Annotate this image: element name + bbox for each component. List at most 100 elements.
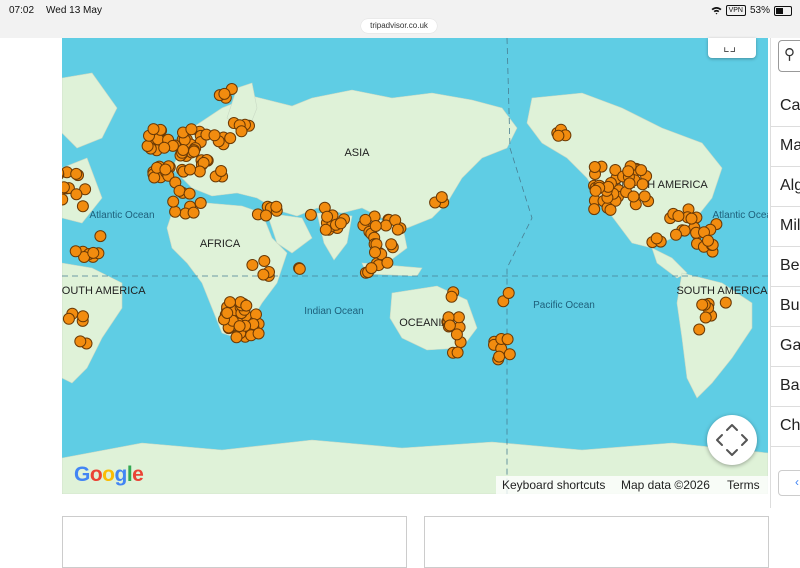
location-marker[interactable] <box>685 212 698 225</box>
location-marker[interactable] <box>502 287 515 299</box>
location-marker[interactable] <box>230 331 243 344</box>
location-marker[interactable] <box>177 144 190 156</box>
location-marker[interactable] <box>158 141 171 154</box>
location-marker[interactable] <box>270 200 283 213</box>
location-marker[interactable] <box>445 290 458 303</box>
pan-control[interactable] <box>707 415 757 465</box>
location-marker[interactable] <box>70 188 83 201</box>
list-item[interactable]: Bur <box>771 286 800 327</box>
location-marker[interactable] <box>141 140 154 152</box>
location-marker[interactable] <box>321 210 334 223</box>
location-marker[interactable] <box>636 178 649 191</box>
location-marker[interactable] <box>224 296 236 309</box>
list-item[interactable]: Mil <box>771 206 800 247</box>
location-marker[interactable] <box>452 311 465 324</box>
location-marker[interactable] <box>699 311 712 324</box>
location-marker[interactable] <box>147 123 160 136</box>
location-marker[interactable] <box>187 206 200 219</box>
location-marker[interactable] <box>365 262 378 275</box>
location-marker[interactable] <box>702 234 714 247</box>
location-marker[interactable] <box>193 165 206 178</box>
location-marker[interactable] <box>169 205 182 218</box>
location-marker[interactable] <box>696 298 709 311</box>
fullscreen-button[interactable]: ⌞⌟ <box>708 38 756 58</box>
list-item[interactable]: Ch <box>771 406 800 447</box>
location-marker[interactable] <box>188 145 200 158</box>
location-marker[interactable] <box>493 350 506 363</box>
url-bar[interactable]: tripadvisor.co.uk <box>361 19 437 33</box>
location-marker[interactable] <box>319 223 332 236</box>
location-marker[interactable] <box>258 255 271 267</box>
location-marker[interactable] <box>501 333 514 346</box>
location-marker[interactable] <box>670 228 682 241</box>
location-marker[interactable] <box>194 197 207 209</box>
location-marker[interactable] <box>218 87 231 100</box>
location-marker[interactable] <box>435 191 448 204</box>
location-marker[interactable] <box>183 187 196 200</box>
location-marker[interactable] <box>391 223 404 236</box>
location-marker[interactable] <box>167 195 180 208</box>
location-marker[interactable] <box>451 346 464 359</box>
location-marker[interactable] <box>62 181 70 194</box>
location-marker[interactable] <box>184 163 196 176</box>
location-marker[interactable] <box>588 203 601 216</box>
location-marker[interactable] <box>589 184 602 197</box>
location-marker[interactable] <box>70 167 83 180</box>
location-marker[interactable] <box>233 320 246 333</box>
location-marker[interactable] <box>257 268 270 281</box>
location-marker[interactable] <box>246 259 259 271</box>
panel-toggle[interactable]: ‹ <box>778 470 800 496</box>
list-item[interactable]: Ca <box>771 86 800 127</box>
location-marker[interactable] <box>215 165 228 177</box>
terms-link[interactable]: Terms <box>727 478 760 492</box>
location-marker[interactable] <box>635 164 648 177</box>
location-marker[interactable] <box>62 312 75 325</box>
list-item[interactable]: Ma <box>771 126 800 167</box>
location-marker[interactable] <box>221 307 234 319</box>
location-marker[interactable] <box>385 238 398 251</box>
location-marker[interactable] <box>77 310 89 323</box>
location-marker[interactable] <box>369 220 382 232</box>
location-marker[interactable] <box>235 125 248 138</box>
location-marker[interactable] <box>87 246 100 259</box>
keyboard-shortcuts-link[interactable]: Keyboard shortcuts <box>502 478 605 492</box>
location-marker[interactable] <box>622 165 635 178</box>
location-marker[interactable] <box>185 123 198 136</box>
location-marker[interactable] <box>224 132 237 145</box>
location-marker[interactable] <box>588 161 601 173</box>
location-marker[interactable] <box>719 296 732 309</box>
list-item[interactable]: Alg <box>771 166 800 207</box>
location-marker[interactable] <box>604 203 617 216</box>
location-marker[interactable] <box>76 200 89 213</box>
list-item[interactable]: Ber <box>771 246 800 287</box>
location-marker[interactable] <box>252 327 265 340</box>
location-marker[interactable] <box>304 208 317 221</box>
location-marker[interactable] <box>552 129 565 142</box>
location-marker[interactable] <box>443 319 456 332</box>
panel-search-button[interactable]: ⚲ <box>778 40 800 72</box>
location-marker[interactable] <box>94 230 107 243</box>
location-marker[interactable] <box>672 210 685 222</box>
location-marker[interactable] <box>74 335 87 348</box>
location-marker[interactable] <box>260 209 272 222</box>
location-marker[interactable] <box>293 262 306 275</box>
location-marker[interactable] <box>638 190 651 203</box>
location-marker[interactable] <box>359 213 372 226</box>
location-marker[interactable] <box>693 323 706 336</box>
location-marker[interactable] <box>623 177 636 190</box>
list-item[interactable]: Bal <box>771 366 800 407</box>
location-marker[interactable] <box>208 129 221 142</box>
content-card-right[interactable] <box>424 516 769 568</box>
location-marker[interactable] <box>159 163 172 176</box>
location-marker[interactable] <box>334 217 347 230</box>
map-canvas[interactable]: ASIA AFRICA OCEANIA SOUTH AMERICA SOUTH … <box>62 38 768 494</box>
location-marker[interactable] <box>173 184 186 197</box>
location-marker[interactable] <box>369 246 381 259</box>
location-marker[interactable] <box>381 256 394 269</box>
list-item[interactable]: Ga <box>771 326 800 367</box>
location-marker[interactable] <box>627 190 640 203</box>
location-marker[interactable] <box>69 245 82 258</box>
location-marker[interactable] <box>503 348 516 361</box>
location-marker[interactable] <box>650 232 663 245</box>
location-marker[interactable] <box>240 299 253 312</box>
